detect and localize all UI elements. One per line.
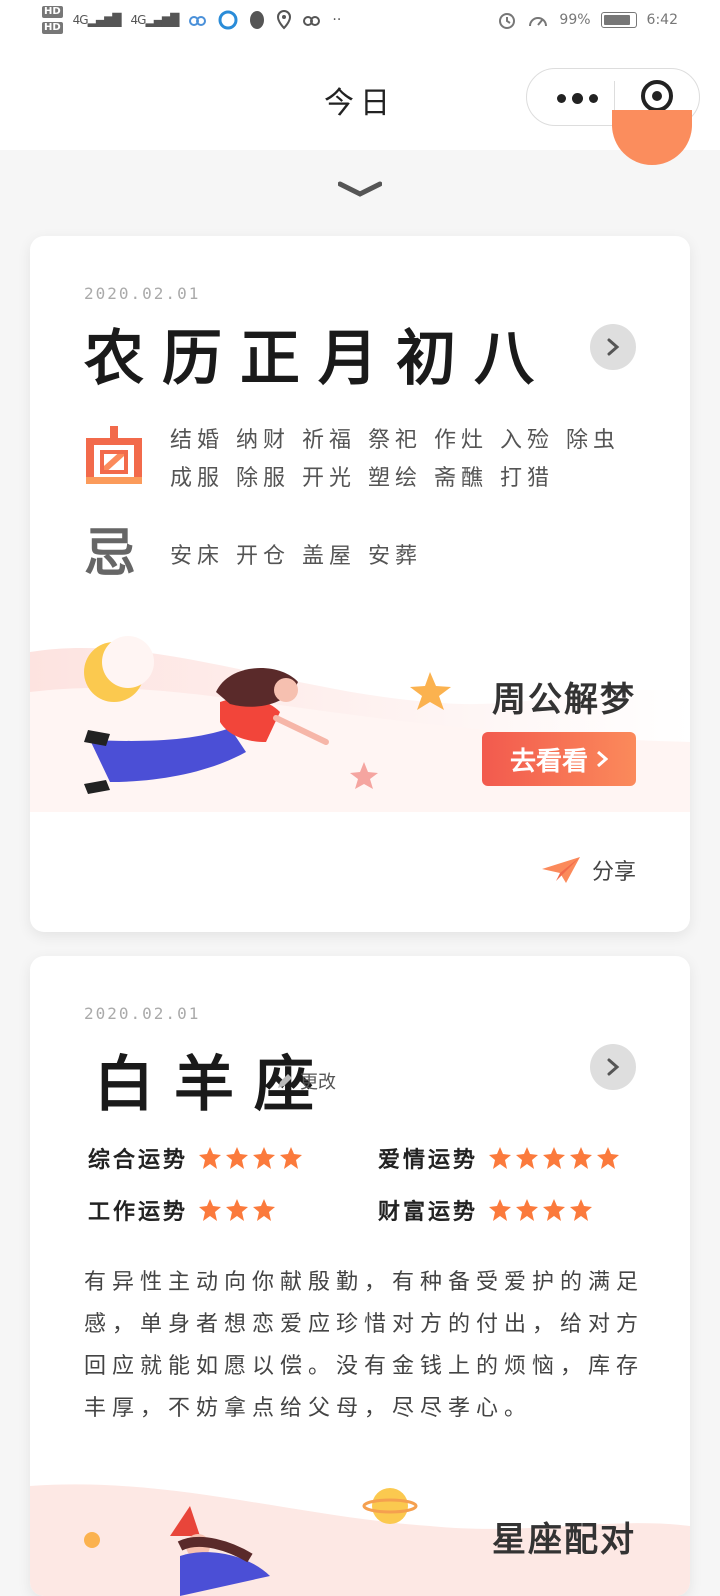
nav-bar: 今日 — [0, 50, 720, 150]
star-icon — [253, 1147, 276, 1169]
hd-label: HD — [42, 22, 63, 34]
more-notifications-icon: ·· — [332, 12, 342, 28]
share-label: 分享 — [591, 860, 636, 885]
browser-app-icon — [218, 10, 238, 30]
signal-icon: 4G▂▄▆█ — [130, 13, 180, 27]
chevron-down-icon[interactable] — [338, 180, 382, 200]
share-button[interactable]: 分享 — [540, 854, 636, 886]
star-icon — [516, 1147, 539, 1169]
fortune-wealth: 财富运势 — [378, 1194, 593, 1226]
yi-items: 结婚 纳财 祈福 祭祀 作灶 入殓 除虫 成服 除服 开光 塑绘 斋醮 打猎 — [170, 428, 620, 491]
paper-plane-icon — [541, 857, 580, 883]
lunar-date: 农历正月初八 — [84, 324, 552, 394]
star-rating — [488, 1146, 620, 1170]
fortune-love: 爱情运势 — [378, 1142, 620, 1174]
horoscope-description: 有异性主动向你献殷勤，有种备受爱护的满足感，单身者想恋爱应珍惜对方的付出，给对方… — [84, 1270, 645, 1421]
star-rating — [198, 1198, 276, 1222]
star-icon — [543, 1199, 566, 1221]
qq-icon — [250, 11, 265, 29]
star-icon — [226, 1199, 249, 1221]
speed-icon — [529, 17, 548, 27]
fortune-label: 爱情运势 — [378, 1147, 479, 1173]
fortune-work: 工作运势 — [88, 1194, 276, 1226]
star-rating — [198, 1146, 303, 1170]
chevron-right-icon — [607, 1058, 620, 1076]
cloud-app-icon — [189, 16, 207, 26]
go-see-label: 去看看 — [509, 746, 588, 777]
star-icon — [280, 1147, 303, 1169]
battery-icon — [600, 12, 637, 28]
hd-indicator: HD HD — [42, 6, 63, 34]
horoscope-detail-button[interactable] — [590, 1044, 636, 1090]
star-icon — [597, 1147, 620, 1169]
almanac-date: 2020.02.01 — [84, 284, 201, 303]
star-icon — [199, 1147, 222, 1169]
go-see-button[interactable]: 去看看 — [482, 732, 636, 786]
location-icon — [277, 10, 292, 30]
star-icon — [199, 1199, 222, 1221]
decor-blob — [612, 110, 692, 165]
star-icon — [570, 1147, 593, 1169]
ji-items: 安床 开仓 盖屋 安葬 — [170, 544, 422, 569]
zodiac-match-title: 星座配对 — [492, 1520, 636, 1560]
horoscope-date: 2020.02.01 — [84, 1004, 201, 1023]
star-icon — [489, 1147, 512, 1169]
hd-label: HD — [42, 6, 63, 18]
signal-icon: 4G▂▄▆█ — [72, 13, 122, 27]
status-bar: HD HD 4G▂▄▆█ 4G▂▄▆█ ·· 99% 6:42 — [0, 0, 720, 50]
horoscope-card: 2020.02.01 白羊座 更改 综合运势 爱情运势 工作运势 财富运势 有异… — [30, 956, 690, 1596]
star-icon — [489, 1199, 512, 1221]
close-miniprogram-button[interactable] — [641, 80, 673, 112]
zodiac-match-banner[interactable]: 星座配对 — [30, 1476, 690, 1596]
change-label: 更改 — [300, 1072, 336, 1093]
chevron-right-icon — [597, 750, 608, 768]
star-icon — [543, 1147, 566, 1169]
star-icon — [570, 1199, 593, 1221]
fortune-overall: 综合运势 — [88, 1142, 303, 1174]
fortune-label: 综合运势 — [88, 1147, 189, 1173]
pencil-icon — [278, 1074, 292, 1088]
star-icon — [226, 1147, 249, 1169]
chevron-right-icon — [607, 338, 620, 356]
star-icon — [516, 1199, 539, 1221]
clock: 6:42 — [646, 12, 678, 28]
almanac-detail-button[interactable] — [590, 324, 636, 370]
change-sign-button[interactable]: 更改 — [276, 1068, 336, 1094]
fortune-label: 财富运势 — [378, 1199, 479, 1225]
almanac-card: 2020.02.01 农历正月初八 结婚 纳财 祈福 祭祀 作灶 入殓 除虫 成… — [30, 236, 690, 932]
ji-icon: 忌 — [84, 523, 137, 584]
yi-icon — [86, 426, 142, 484]
battery-percent: 99% — [559, 12, 591, 28]
star-rating — [488, 1198, 593, 1222]
more-menu-button[interactable] — [549, 83, 605, 113]
link-app-icon — [303, 16, 321, 26]
dream-banner[interactable]: 周公解梦 去看看 — [30, 632, 690, 812]
star-icon — [253, 1199, 276, 1221]
fortune-label: 工作运势 — [88, 1199, 189, 1225]
alarm-icon — [499, 13, 516, 29]
dream-title: 周公解梦 — [492, 680, 636, 720]
